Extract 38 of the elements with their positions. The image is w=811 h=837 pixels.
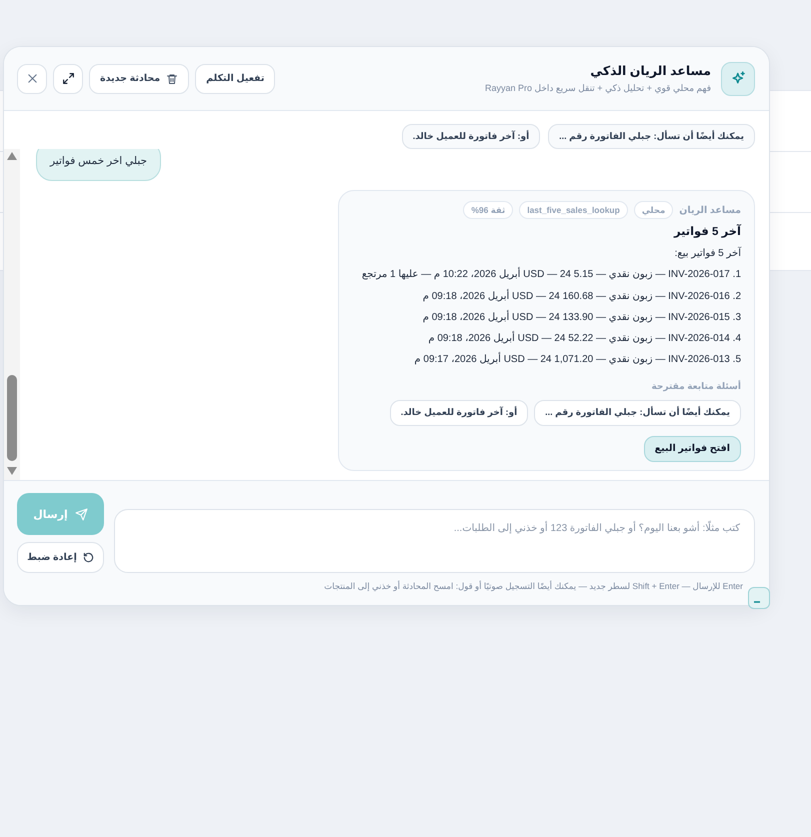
assistant-subtitle: فهم محلي قوي + تحليل ذكي + تنقل سريع داخل Rayyan Pro [485,83,711,94]
scroll-down-icon[interactable] [6,466,18,476]
sparkle-icon [721,62,755,96]
followup-chip[interactable]: أو: آخر فاتورة للعميل خالد. [390,400,528,426]
invoice-line: 1. INV-2026-017 — زبون نقدي — 5.15 USD — 24 أبريل 2026، 10:22 م — عليها 1 مرتجع [360,266,741,282]
invoice-line: 3. INV-2026-015 — زبون نقدي — 133.90 USD — 24 أبريل 2026، 09:18 م [422,309,741,325]
invoice-line: 2. INV-2026-016 — زبون نقدي — 160.68 USD — 24 أبريل 2026، 09:18 م [422,288,741,304]
close-button[interactable] [17,64,47,94]
keyboard-hint: Enter للإرسال — Shift + Enter لسطر جديد — يمكنك أيضًا التسجيل صوتيًا أو قول: امسح المحادثة أو خذني إلى المنتجات [323,581,744,592]
followup-chip[interactable]: يمكنك أيضًا أن تسأل: جبلي الفاتورة رقم ... [534,400,741,426]
suggestion-chip[interactable]: أو: آخر فاتورة للعميل خالد. [402,124,540,149]
expand-button[interactable] [53,64,83,94]
scrollbar-thumb[interactable] [7,375,17,461]
message-input[interactable]: كتب مثلًا: أشو بعنا اليوم؟ أو جبلي الفاتورة 123 أو خذني إلى الطلبات... [114,509,755,573]
response-intro: آخر 5 فواتير بيع: [674,246,741,261]
new-chat-button[interactable]: محادثة جديدة [89,64,190,94]
reset-icon [82,552,94,563]
sender-name: مساعد الريان [679,204,741,216]
tag-chip: ثقة 96% [463,201,514,219]
scrollbar-track[interactable] [4,149,20,480]
send-icon [74,508,88,520]
invoice-line: 4. INV-2026-014 — زبون نقدي — 52.22 USD — 24 أبريل 2026، 09:18 م [427,330,741,346]
tag-chip: last_five_sales_lookup [519,201,628,219]
response-title: آخر 5 فواتير [672,223,741,240]
voice-button[interactable]: تفعيل التكلم [195,64,276,94]
expand-icon [62,72,74,85]
dash-icon[interactable] [748,587,770,609]
tag-chip: محلي [634,201,674,219]
trash-icon [166,72,178,84]
reset-button[interactable]: إعادة ضبط [17,542,104,573]
close-icon [26,73,38,84]
scroll-up-icon[interactable] [6,151,18,161]
user-message: جبلي اخر خمس فواتير [36,149,162,181]
assistant-title: مساعد الريان الذكي [589,63,711,78]
suggestion-chip[interactable]: يمكنك أيضًا أن تسأل: جبلي الفاتورة رقم ... [548,124,755,149]
invoice-line: 5. INV-2026-013 — زبون نقدي — 1,071.20 USD — 24 أبريل 2026، 09:17 م [413,351,741,368]
followup-label: أسئلة متابعة مقترحة [650,379,741,394]
open-invoices-button[interactable]: افتح فواتير البيع [644,436,741,462]
